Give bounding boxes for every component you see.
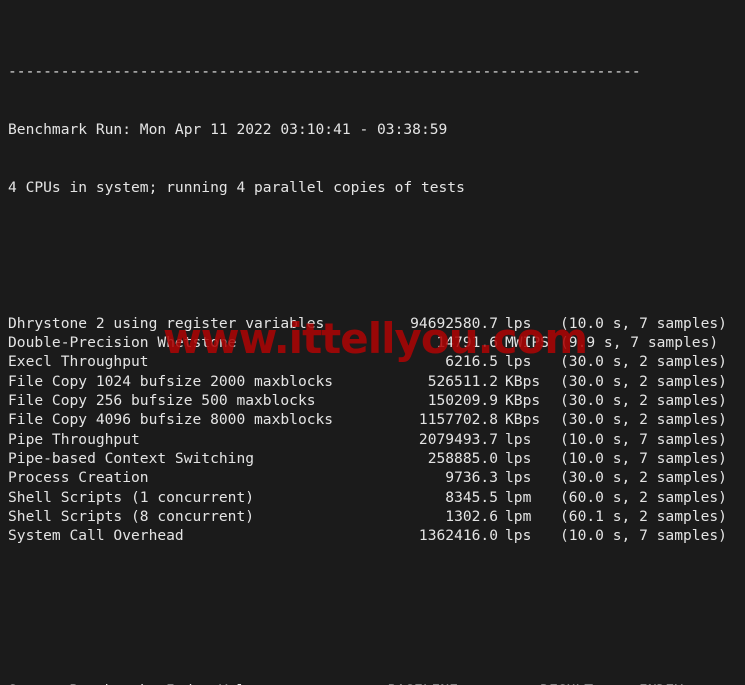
raw-result-timing: (30.0 s, 2 samples) [560, 391, 727, 410]
raw-result-row: File Copy 1024 bufsize 2000 maxblocks526… [8, 372, 745, 391]
raw-result-row: Dhrystone 2 using register variables9469… [8, 314, 745, 333]
raw-result-unit: lpm [498, 488, 560, 507]
raw-results-list: Dhrystone 2 using register variables9469… [8, 314, 745, 546]
raw-result-unit: lps [498, 430, 560, 449]
raw-result-unit: lps [498, 468, 560, 487]
raw-result-timing: (60.1 s, 2 samples) [560, 507, 727, 526]
terminal-window: ----------------------------------------… [0, 0, 745, 685]
raw-result-value: 526511.2 [380, 372, 498, 391]
index-table-title: System Benchmarks Index Values [8, 681, 318, 685]
raw-result-value: 94692580.7 [380, 314, 498, 333]
raw-result-label: System Call Overhead [8, 526, 380, 545]
raw-result-unit: lpm [498, 507, 560, 526]
raw-result-unit: lps [498, 314, 560, 333]
raw-result-timing: (30.0 s, 2 samples) [560, 372, 727, 391]
raw-result-label: Execl Throughput [8, 352, 380, 371]
raw-result-value: 1302.6 [380, 507, 498, 526]
raw-result-timing: (10.0 s, 7 samples) [560, 314, 727, 333]
raw-result-value: 258885.0 [380, 449, 498, 468]
raw-result-row: Double-Precision Whetstone14791.6MWIPS(9… [8, 333, 745, 352]
raw-result-label: Shell Scripts (1 concurrent) [8, 488, 380, 507]
raw-result-unit: KBps [498, 410, 560, 429]
raw-result-row: Pipe-based Context Switching258885.0lps(… [8, 449, 745, 468]
spacer [8, 604, 745, 623]
raw-result-timing: (30.0 s, 2 samples) [560, 468, 727, 487]
benchmark-run-line: Benchmark Run: Mon Apr 11 2022 03:10:41 … [8, 120, 745, 139]
raw-result-row: Shell Scripts (8 concurrent)1302.6lpm(60… [8, 507, 745, 526]
top-rule: ----------------------------------------… [8, 62, 745, 81]
raw-result-value: 150209.9 [380, 391, 498, 410]
column-header-baseline: BASELINE [318, 681, 458, 685]
raw-result-timing: (30.0 s, 2 samples) [560, 410, 727, 429]
raw-result-value: 2079493.7 [380, 430, 498, 449]
raw-result-value: 8345.5 [380, 488, 498, 507]
raw-result-row: File Copy 256 bufsize 500 maxblocks15020… [8, 391, 745, 410]
raw-result-timing: (10.0 s, 7 samples) [560, 526, 727, 545]
raw-result-label: Dhrystone 2 using register variables [8, 314, 380, 333]
raw-result-timing: (10.0 s, 7 samples) [560, 449, 727, 468]
spacer [8, 236, 745, 255]
raw-result-timing: (60.0 s, 2 samples) [560, 488, 727, 507]
raw-result-value: 6216.5 [380, 352, 498, 371]
raw-result-label: Shell Scripts (8 concurrent) [8, 507, 380, 526]
column-header-result: RESULT [458, 681, 593, 685]
raw-result-unit: lps [498, 526, 560, 545]
raw-result-value: 1157702.8 [380, 410, 498, 429]
raw-result-timing: (30.0 s, 2 samples) [560, 352, 727, 371]
raw-result-row: Execl Throughput6216.5lps(30.0 s, 2 samp… [8, 352, 745, 371]
raw-result-label: File Copy 256 bufsize 500 maxblocks [8, 391, 380, 410]
raw-result-label: File Copy 4096 bufsize 8000 maxblocks [8, 410, 380, 429]
raw-result-timing: (9.9 s, 7 samples) [560, 333, 718, 352]
terminal-output: ----------------------------------------… [8, 4, 745, 685]
raw-result-value: 14791.6 [380, 333, 498, 352]
column-header-index: INDEX [593, 681, 683, 685]
raw-result-row: System Call Overhead1362416.0lps(10.0 s,… [8, 526, 745, 545]
raw-result-value: 9736.3 [380, 468, 498, 487]
raw-result-value: 1362416.0 [380, 526, 498, 545]
raw-result-row: Process Creation9736.3lps(30.0 s, 2 samp… [8, 468, 745, 487]
raw-result-timing: (10.0 s, 7 samples) [560, 430, 727, 449]
raw-result-unit: KBps [498, 372, 560, 391]
raw-result-label: File Copy 1024 bufsize 2000 maxblocks [8, 372, 380, 391]
raw-result-unit: lps [498, 449, 560, 468]
raw-result-label: Process Creation [8, 468, 380, 487]
index-table-header: System Benchmarks Index ValuesBASELINERE… [8, 681, 745, 685]
raw-result-unit: MWIPS [498, 333, 560, 352]
raw-result-label: Pipe Throughput [8, 430, 380, 449]
raw-result-label: Pipe-based Context Switching [8, 449, 380, 468]
raw-result-unit: KBps [498, 391, 560, 410]
raw-result-row: Shell Scripts (1 concurrent)8345.5lpm(60… [8, 488, 745, 507]
raw-result-row: File Copy 4096 bufsize 8000 maxblocks115… [8, 410, 745, 429]
cpu-count-line: 4 CPUs in system; running 4 parallel cop… [8, 178, 745, 197]
raw-result-row: Pipe Throughput2079493.7lps(10.0 s, 7 sa… [8, 430, 745, 449]
raw-result-unit: lps [498, 352, 560, 371]
raw-result-label: Double-Precision Whetstone [8, 333, 380, 352]
